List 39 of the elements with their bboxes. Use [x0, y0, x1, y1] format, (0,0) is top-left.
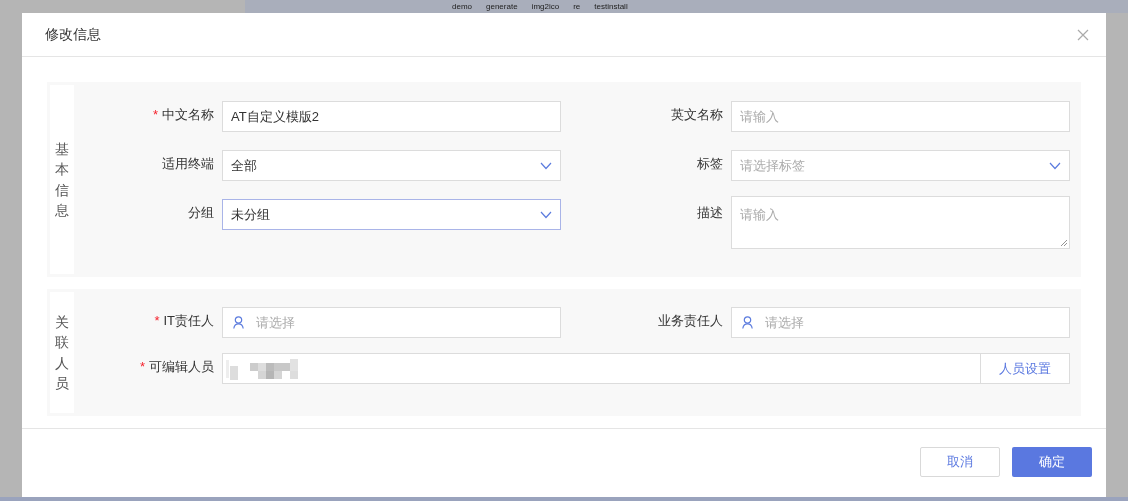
confirm-button[interactable]: 确定 — [1012, 447, 1092, 477]
text-field[interactable]: 请输入 — [731, 101, 1070, 132]
background-label: generate — [486, 1, 518, 13]
background-label: img2ico — [531, 1, 560, 13]
background-label: demo — [452, 1, 472, 13]
background-label: re — [573, 1, 581, 13]
field-label: 英文名称 — [671, 106, 723, 124]
people-field[interactable] — [222, 353, 981, 384]
select-field[interactable]: 请选择标签 — [731, 150, 1070, 181]
text-field[interactable]: AT自定义模版2 — [222, 101, 561, 132]
people-settings-button[interactable]: 人员设置 — [981, 353, 1070, 384]
field-label: 标签 — [697, 155, 723, 173]
text-area[interactable]: 请输入 — [731, 196, 1070, 249]
resize-handle-icon[interactable] — [1060, 239, 1068, 247]
required-mark: * — [139, 358, 145, 376]
field-label: 中文名称 — [162, 106, 214, 124]
field-label: 描述 — [697, 204, 723, 222]
select-field[interactable]: 全部 — [222, 150, 561, 181]
required-mark: * — [152, 106, 158, 124]
person-icon — [742, 316, 753, 329]
chevron-down-icon — [540, 161, 552, 170]
field-label: 适用终端 — [162, 155, 214, 173]
field-label: IT责任人 — [163, 312, 214, 330]
person-picker-field[interactable]: 请选择 — [731, 307, 1070, 338]
section-title: 关联人员 — [55, 312, 69, 393]
field-label: 业务责任人 — [658, 312, 723, 330]
section-title: 基本信息 — [55, 139, 69, 220]
close-icon[interactable] — [1077, 28, 1089, 41]
required-mark: * — [154, 312, 160, 330]
field-label: 分组 — [188, 204, 214, 222]
select-field[interactable]: 未分组 — [222, 199, 561, 230]
dialog-title: 修改信息 — [45, 25, 101, 44]
cancel-button[interactable]: 取消 — [920, 447, 1000, 477]
person-icon — [233, 316, 244, 329]
chevron-down-icon — [1049, 161, 1061, 170]
chevron-down-icon — [540, 210, 552, 219]
person-picker-field[interactable]: 请选择 — [222, 307, 561, 338]
background-label: testinstall — [594, 1, 628, 13]
field-label: 可编辑人员 — [149, 358, 214, 376]
